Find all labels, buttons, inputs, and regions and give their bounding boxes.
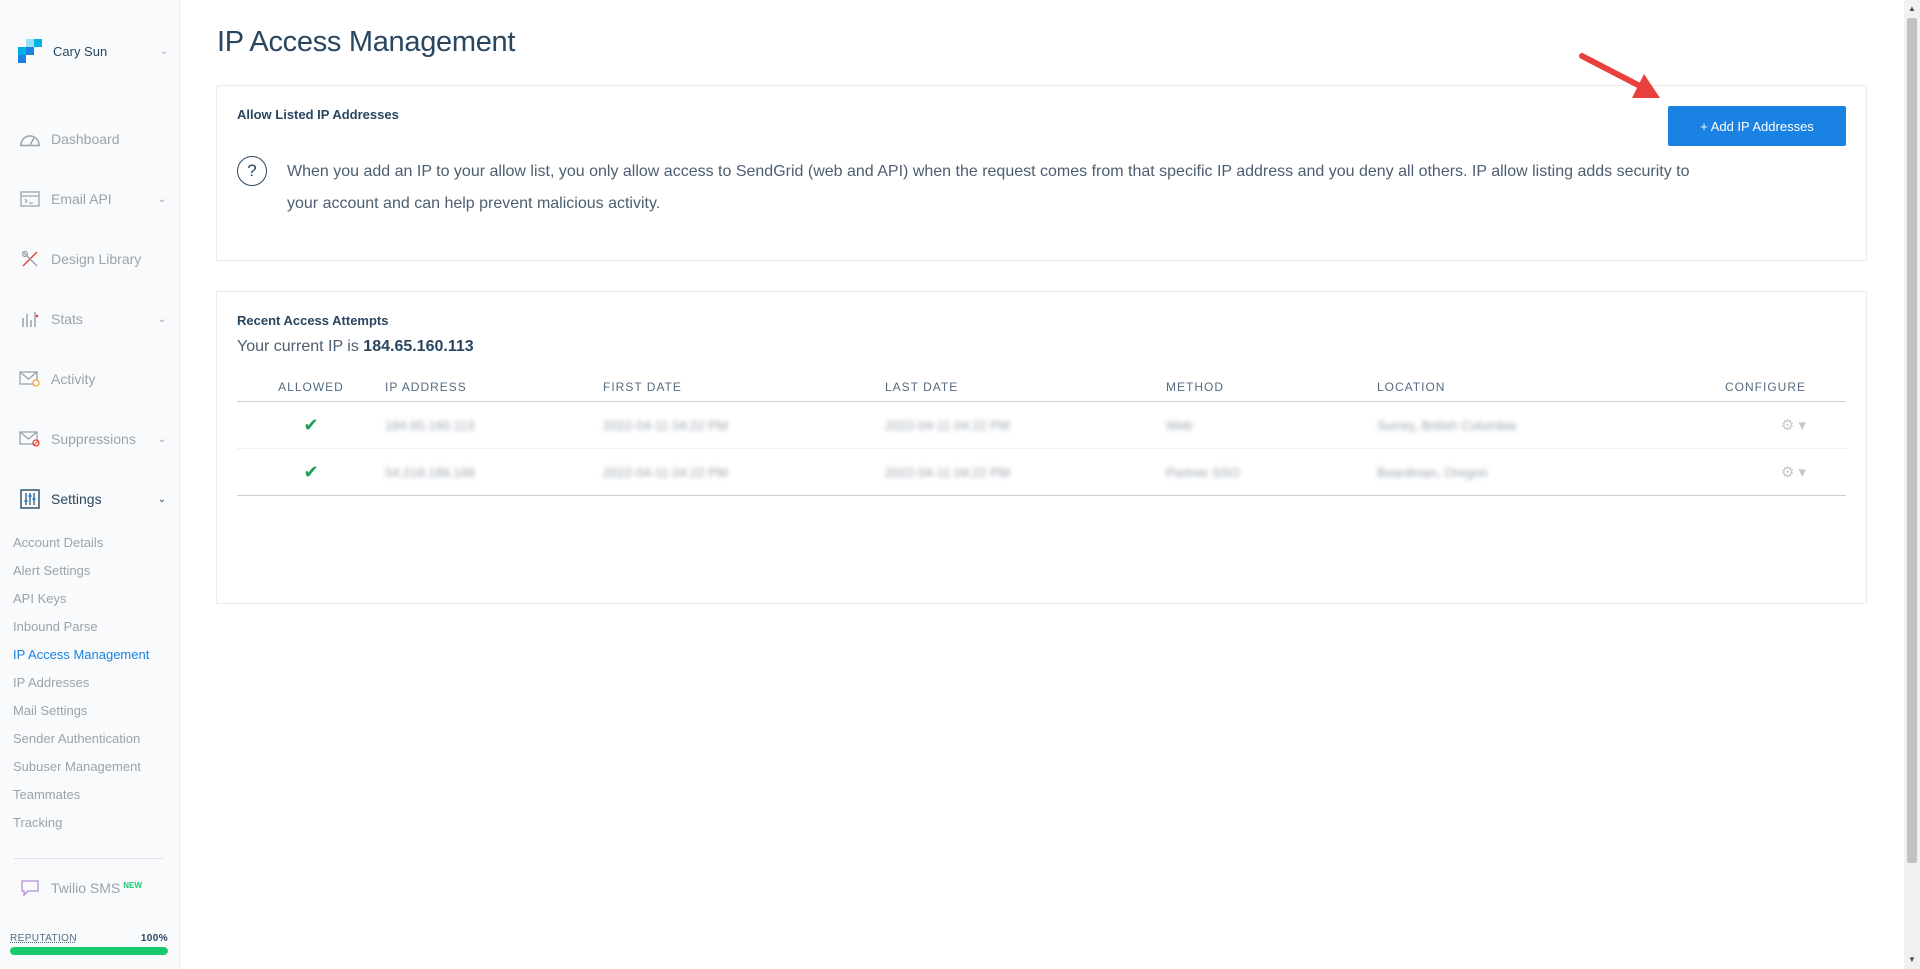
- nav-twilio-sms-label: Twilio SMS NEW: [51, 880, 170, 896]
- row-first-date: 2022-04-11 04:22 PM: [603, 464, 728, 480]
- submenu-alert-settings[interactable]: Alert Settings: [13, 562, 149, 590]
- current-ip-value: 184.65.160.113: [363, 338, 474, 355]
- row-method: Web: [1166, 417, 1193, 433]
- nav-suppressions-label: Suppressions: [51, 431, 136, 447]
- nav-dashboard[interactable]: Dashboard: [18, 127, 170, 151]
- chevron-down-icon: ⌄: [157, 193, 166, 205]
- nav-design-library[interactable]: Design Library: [18, 247, 170, 271]
- nav-activity-label: Activity: [51, 371, 96, 387]
- nav-suppressions[interactable]: Suppressions ⌄: [18, 427, 170, 451]
- submenu-sender-authentication[interactable]: Sender Authentication: [13, 730, 149, 758]
- reputation-bar-fill: [10, 947, 168, 955]
- scroll-down-icon[interactable]: ▼: [1908, 955, 1916, 964]
- col-ip-address: IP ADDRESS: [385, 380, 467, 394]
- new-badge: NEW: [123, 881, 142, 890]
- row-last-date: 2022-04-11 04:22 PM: [885, 464, 1010, 480]
- submenu-ip-addresses[interactable]: IP Addresses: [13, 674, 149, 702]
- sliders-icon: [18, 487, 42, 511]
- allow-list-title: Allow Listed IP Addresses: [237, 107, 399, 122]
- check-icon: ✔: [303, 414, 319, 435]
- col-configure: CONFIGURE: [1725, 380, 1806, 394]
- recent-attempts-card: Recent Access Attempts Your current IP i…: [216, 291, 1867, 604]
- pencil-ruler-icon: [18, 247, 42, 271]
- nav-activity[interactable]: Activity: [18, 367, 170, 391]
- envelope-search-icon: [18, 367, 42, 391]
- submenu-tracking[interactable]: Tracking: [13, 814, 149, 842]
- sidebar-divider: [14, 858, 163, 859]
- chevron-down-icon: ⌄: [157, 493, 166, 505]
- allow-list-card: Allow Listed IP Addresses + Add IP Addre…: [216, 85, 1867, 261]
- nav-twilio-sms[interactable]: Twilio SMS NEW: [18, 876, 170, 900]
- col-allowed: ALLOWED: [278, 380, 344, 394]
- check-icon: ✔: [303, 461, 319, 482]
- col-method: METHOD: [1166, 380, 1224, 394]
- chevron-down-icon: ⌄: [157, 313, 166, 325]
- chat-bubble-icon: [18, 876, 42, 900]
- col-location: LOCATION: [1377, 380, 1446, 394]
- reputation-value: 100%: [140, 933, 168, 944]
- nav-dashboard-label: Dashboard: [51, 131, 120, 147]
- twilio-sms-text: Twilio SMS: [51, 880, 121, 896]
- sidebar: Cary Sun ⌄ Dashboard Email API ⌄ Design …: [0, 0, 180, 969]
- gauge-icon: [18, 127, 42, 151]
- col-first-date: FIRST DATE: [603, 380, 682, 394]
- row-first-date: 2022-04-11 04:22 PM: [603, 417, 728, 433]
- access-attempts-table: ALLOWED IP ADDRESS FIRST DATE LAST DATE …: [237, 372, 1846, 496]
- scrollbar-thumb[interactable]: [1907, 18, 1917, 863]
- submenu-teammates[interactable]: Teammates: [13, 786, 149, 814]
- submenu-inbound-parse[interactable]: Inbound Parse: [13, 618, 149, 646]
- reputation-meter: REPUTATION 100%: [10, 933, 168, 955]
- submenu-ip-access-management[interactable]: IP Access Management: [13, 646, 149, 674]
- row-ip: 54.218.186.196: [385, 464, 476, 480]
- submenu-account-details[interactable]: Account Details: [13, 534, 149, 562]
- nav-stats[interactable]: Stats ⌄: [18, 307, 170, 331]
- row-location: Boardman, Oregon: [1377, 464, 1488, 480]
- reputation-label[interactable]: REPUTATION: [10, 933, 77, 944]
- nav-email-api[interactable]: Email API ⌄: [18, 187, 170, 211]
- account-name: Cary Sun: [53, 43, 108, 59]
- row-ip: 184.65.160.113: [385, 417, 475, 433]
- nav-settings-label: Settings: [51, 491, 102, 507]
- submenu-api-keys[interactable]: API Keys: [13, 590, 149, 618]
- sendgrid-logo-icon: [18, 39, 42, 63]
- nav-settings[interactable]: Settings ⌄: [18, 487, 170, 511]
- submenu-subuser-management[interactable]: Subuser Management: [13, 758, 149, 786]
- gear-icon[interactable]: ⚙ ▾: [1781, 464, 1806, 481]
- table-row: ✔ 54.218.186.196 2022-04-11 04:22 PM 202…: [237, 449, 1846, 496]
- scroll-up-icon[interactable]: ▲: [1908, 4, 1916, 13]
- nav-stats-label: Stats: [51, 311, 83, 327]
- envelope-blocked-icon: [18, 427, 42, 451]
- code-window-icon: [18, 187, 42, 211]
- chevron-down-icon: ⌄: [157, 433, 166, 445]
- red-arrow-annotation-icon: [1579, 53, 1660, 98]
- submenu-mail-settings[interactable]: Mail Settings: [13, 702, 149, 730]
- current-ip-prefix: Your current IP is: [237, 338, 359, 355]
- chevron-down-icon: ⌄: [159, 45, 168, 57]
- bar-chart-icon: [18, 307, 42, 331]
- table-header: ALLOWED IP ADDRESS FIRST DATE LAST DATE …: [237, 372, 1846, 402]
- page-scrollbar[interactable]: ▲ ▼: [1904, 0, 1920, 969]
- allow-list-info-text: When you add an IP to your allow list, y…: [287, 163, 1690, 212]
- account-switcher[interactable]: Cary Sun ⌄: [18, 39, 168, 63]
- gear-icon[interactable]: ⚙ ▾: [1781, 417, 1806, 434]
- current-ip-text: Your current IP is 184.65.160.113: [237, 338, 474, 356]
- table-row: ✔ 184.65.160.113 2022-04-11 04:22 PM 202…: [237, 402, 1846, 449]
- row-method: Partner SSO: [1166, 464, 1240, 480]
- col-last-date: LAST DATE: [885, 380, 959, 394]
- recent-attempts-title: Recent Access Attempts: [237, 313, 389, 328]
- settings-submenu: Account Details Alert Settings API Keys …: [13, 534, 149, 842]
- add-ip-addresses-button[interactable]: + Add IP Addresses: [1668, 106, 1846, 146]
- row-location: Surrey, British Columbia: [1377, 417, 1517, 433]
- nav-design-library-label: Design Library: [51, 251, 142, 267]
- page-title: IP Access Management: [217, 26, 516, 58]
- reputation-bar: [10, 947, 168, 955]
- nav-email-api-label: Email API: [51, 191, 112, 207]
- row-last-date: 2022-04-11 04:22 PM: [885, 417, 1010, 433]
- question-circle-icon: ?: [237, 156, 267, 186]
